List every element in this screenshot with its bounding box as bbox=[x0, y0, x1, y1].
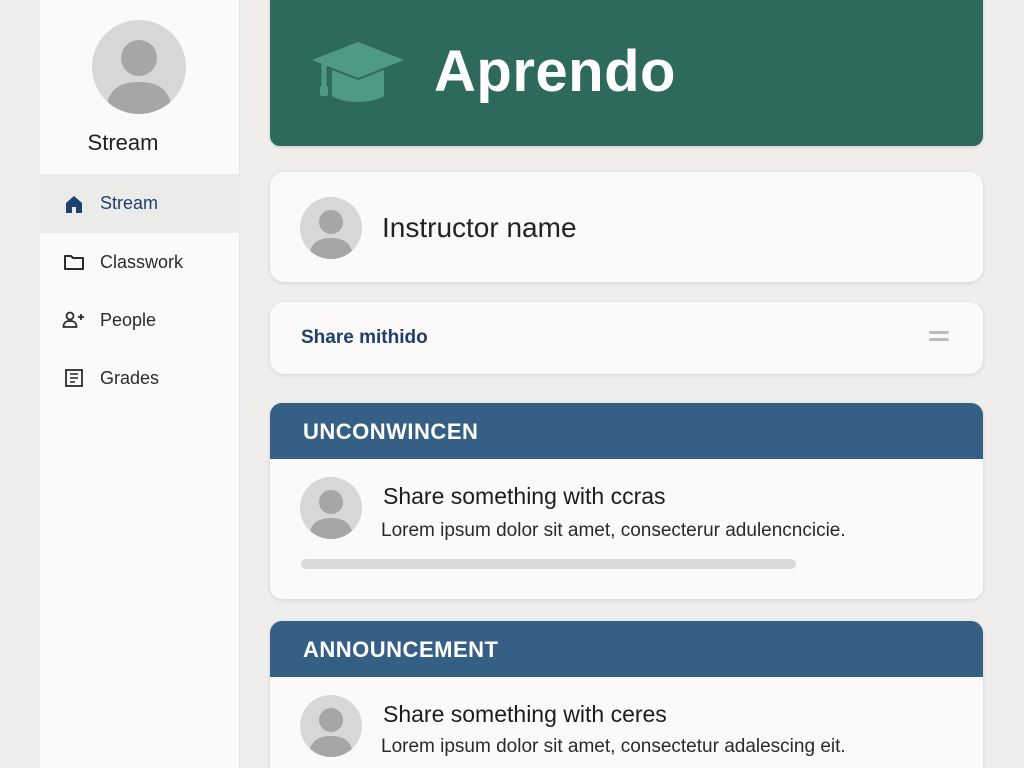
class-banner: Aprendo bbox=[270, 0, 983, 146]
post-header: UNCONWINCEN bbox=[270, 403, 983, 459]
post-author-avatar bbox=[300, 477, 362, 539]
post-card[interactable]: ANNOUNCEMENT Share something with ceres … bbox=[270, 621, 983, 768]
gradebook-icon bbox=[62, 366, 86, 390]
home-icon bbox=[62, 192, 86, 216]
avatar-silhouette-icon bbox=[309, 210, 353, 259]
loading-bar bbox=[301, 559, 796, 569]
post-header: ANNOUNCEMENT bbox=[270, 621, 983, 677]
sidebar-item-classwork[interactable]: Classwork bbox=[40, 233, 240, 291]
folder-icon bbox=[62, 250, 86, 274]
avatar-silhouette-icon bbox=[309, 490, 353, 539]
instructor-card: Instructor name bbox=[270, 172, 983, 282]
sidebar-item-label: Stream bbox=[100, 193, 159, 213]
post-heading: Share something with ceres bbox=[383, 701, 667, 727]
sidebar-item-grades[interactable]: Grades bbox=[40, 349, 240, 407]
share-prompt[interactable]: Share mithido bbox=[301, 327, 428, 349]
classroom-page: Stream Stream Classwork People Grades Ap… bbox=[0, 0, 1024, 768]
graduation-cap-icon bbox=[310, 38, 406, 108]
class-title: Aprendo bbox=[434, 39, 676, 104]
post-body: Lorem ipsum dolor sit amet, consecterur … bbox=[381, 520, 846, 541]
sidebar-item-label: People bbox=[100, 309, 157, 330]
people-add-icon bbox=[62, 308, 86, 332]
sidebar-nav: Stream Classwork People Grades bbox=[40, 174, 240, 407]
instructor-name: Instructor name bbox=[382, 212, 577, 243]
post-body: Lorem ipsum dolor sit amet, consectetur … bbox=[381, 736, 846, 757]
share-bar[interactable]: Share mithido bbox=[270, 302, 983, 374]
sidebar-item-label: Classwork bbox=[100, 251, 184, 272]
profile-avatar[interactable] bbox=[92, 20, 186, 114]
post-card[interactable]: UNCONWINCEN Share something with ccras L… bbox=[270, 403, 983, 599]
sidebar-item-label: Grades bbox=[100, 367, 160, 388]
menu-icon[interactable] bbox=[929, 328, 949, 344]
sidebar-item-stream[interactable]: Stream bbox=[40, 174, 240, 233]
sidebar-title: Stream bbox=[87, 130, 159, 155]
post-heading: Share something with ccras bbox=[383, 483, 666, 509]
sidebar-item-people[interactable]: People bbox=[40, 291, 240, 349]
instructor-avatar bbox=[300, 197, 362, 259]
avatar-silhouette-icon bbox=[309, 708, 353, 757]
avatar-silhouette-icon bbox=[106, 40, 172, 114]
post-author-avatar bbox=[300, 695, 362, 757]
sidebar: Stream Stream Classwork People Grades bbox=[40, 0, 240, 768]
